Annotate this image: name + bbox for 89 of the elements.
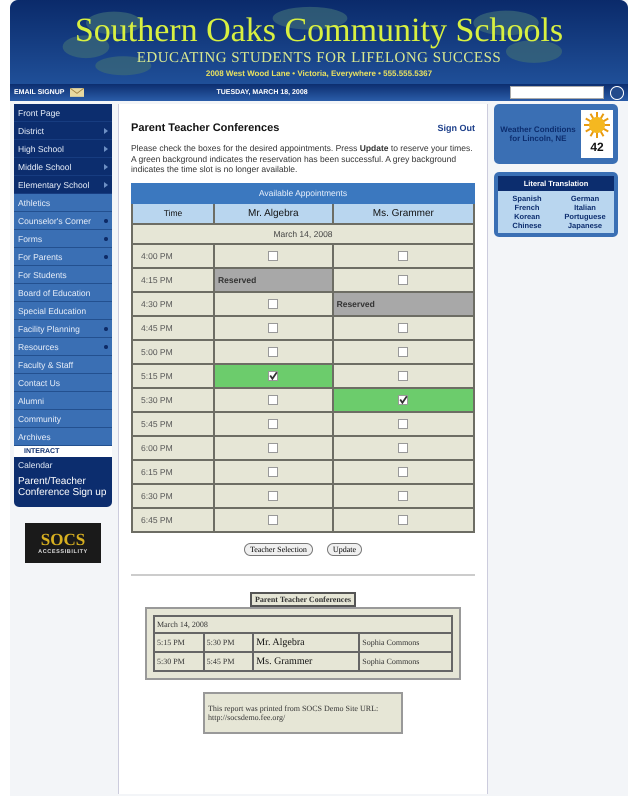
checkbox[interactable]: [268, 419, 278, 430]
checkbox[interactable]: [398, 371, 408, 382]
sidebar-item[interactable]: Athletics: [14, 194, 112, 212]
sidebar-item[interactable]: Faculty & Staff: [14, 356, 112, 374]
sidebar-item[interactable]: Board of Education: [14, 284, 112, 302]
school-address: 2008 West Wood Lane • Victoria, Everywhere • 555.555.5367: [206, 69, 432, 78]
report-cell: 5:15 PM: [154, 632, 204, 652]
search-field[interactable]: [510, 86, 604, 99]
checkbox[interactable]: [268, 323, 278, 334]
sidebar-item[interactable]: Special Education: [14, 302, 112, 320]
checkbox[interactable]: [398, 491, 408, 502]
checkbox[interactable]: [398, 419, 408, 430]
sidebar-item[interactable]: Community: [14, 410, 112, 428]
dot-icon: [104, 236, 108, 240]
logo-text: SOCS: [40, 531, 86, 549]
time-cell: 5:00 PM: [132, 340, 214, 364]
checkbox[interactable]: [268, 251, 278, 262]
report-cell: 5:30 PM: [154, 652, 204, 671]
chevron-icon: [104, 146, 108, 152]
reserved-cell: Reserved: [332, 292, 474, 316]
column-header: Mr. Algebra: [214, 202, 333, 224]
time-cell: 4:30 PM: [132, 292, 214, 316]
time-cell: 6:45 PM: [132, 508, 214, 532]
sidebar-item[interactable]: For Students: [14, 266, 112, 284]
time-cell: 6:30 PM: [132, 484, 214, 508]
report-cell: Sophia Commons: [359, 632, 452, 652]
sidebar-item[interactable]: Archives: [14, 428, 112, 446]
report-title: Parent Teacher Conferences: [250, 592, 356, 607]
page-title: Parent Teacher Conferences: [131, 122, 280, 134]
checkbox[interactable]: [268, 299, 278, 310]
time-cell: 5:15 PM: [132, 364, 214, 388]
checkbox[interactable]: [268, 491, 278, 502]
chevron-icon: [104, 182, 108, 188]
checkbox[interactable]: [268, 371, 278, 382]
checkbox[interactable]: [268, 467, 278, 478]
report-cell: March 14, 2008: [154, 616, 452, 633]
form-button[interactable]: Update: [326, 542, 362, 556]
checkbox[interactable]: [268, 347, 278, 358]
form-button[interactable]: Teacher Selection: [244, 542, 313, 556]
sidebar-item[interactable]: Forms: [14, 230, 112, 248]
sun-icon: [582, 110, 612, 140]
sidebar-item[interactable]: Alumni: [14, 392, 112, 410]
checkbox[interactable]: [268, 443, 278, 454]
report-cell: Ms. Grammer: [253, 652, 360, 671]
checkbox[interactable]: [268, 515, 278, 526]
report-cell: Sophia Commons: [359, 652, 452, 671]
checkbox[interactable]: [398, 395, 408, 406]
checkbox[interactable]: [398, 443, 408, 454]
sidebar-item[interactable]: For Parents: [14, 248, 112, 266]
chevron-icon: [104, 164, 108, 170]
sign-out-link[interactable]: Sign Out: [438, 123, 475, 133]
checkbox[interactable]: [398, 467, 408, 478]
checkbox[interactable]: [398, 251, 408, 262]
school-tagline: EDUCATING STUDENTS FOR LIFELONG SUCCESS: [136, 50, 502, 67]
checkbox[interactable]: [398, 323, 408, 334]
date-row: March 14, 2008: [132, 224, 474, 244]
temperature-text: 42: [590, 140, 604, 154]
sidebar-item[interactable]: Facility Planning: [14, 320, 112, 338]
dot-icon: [104, 218, 108, 222]
sidebar-item[interactable]: Counselor's Corner: [14, 212, 112, 230]
reserved-cell: Reserved: [214, 268, 333, 292]
checkbox[interactable]: [268, 395, 278, 406]
sidebar-item[interactable]: Resources: [14, 338, 112, 356]
sidebar-item[interactable]: Contact Us: [14, 374, 112, 392]
column-header: Time: [132, 202, 214, 224]
checkbox[interactable]: [398, 347, 408, 358]
time-cell: 4:00 PM: [132, 244, 214, 268]
report-cell: 5:30 PM: [204, 632, 254, 652]
time-cell: 5:45 PM: [132, 412, 214, 436]
sidebar-item[interactable]: Parent/Teacher Conference Sign up: [14, 473, 112, 501]
time-cell: 6:00 PM: [132, 436, 214, 460]
time-cell: 4:45 PM: [132, 316, 214, 340]
time-cell: 5:30 PM: [132, 388, 214, 412]
school-title: Southern Oaks Community Schools: [74, 12, 564, 50]
dot-icon: [104, 326, 108, 330]
time-cell: 4:15 PM: [132, 268, 214, 292]
checkbox[interactable]: [398, 515, 408, 526]
instructions-text: Please check the boxes for the desired appointments. Press Update to reserve your times. A green background indicates the reservation has been successful. A grey background indicates the time slot is no longer available.: [131, 143, 474, 175]
sidebar-item[interactable]: Calendar: [14, 457, 112, 473]
dot-icon: [104, 344, 108, 348]
report-footer: This report was printed from SOCS Demo Site URL: http://socsdemo.fee.org/: [203, 692, 403, 734]
dot-icon: [104, 254, 108, 258]
report-cell: Mr. Algebra: [253, 632, 360, 652]
report-cell: 5:45 PM: [204, 652, 254, 671]
envelope-icon[interactable]: [70, 88, 84, 97]
table-caption: Available Appointments: [132, 184, 474, 203]
checkbox[interactable]: [398, 275, 408, 286]
time-cell: 6:15 PM: [132, 460, 214, 484]
chevron-icon: [104, 128, 108, 134]
